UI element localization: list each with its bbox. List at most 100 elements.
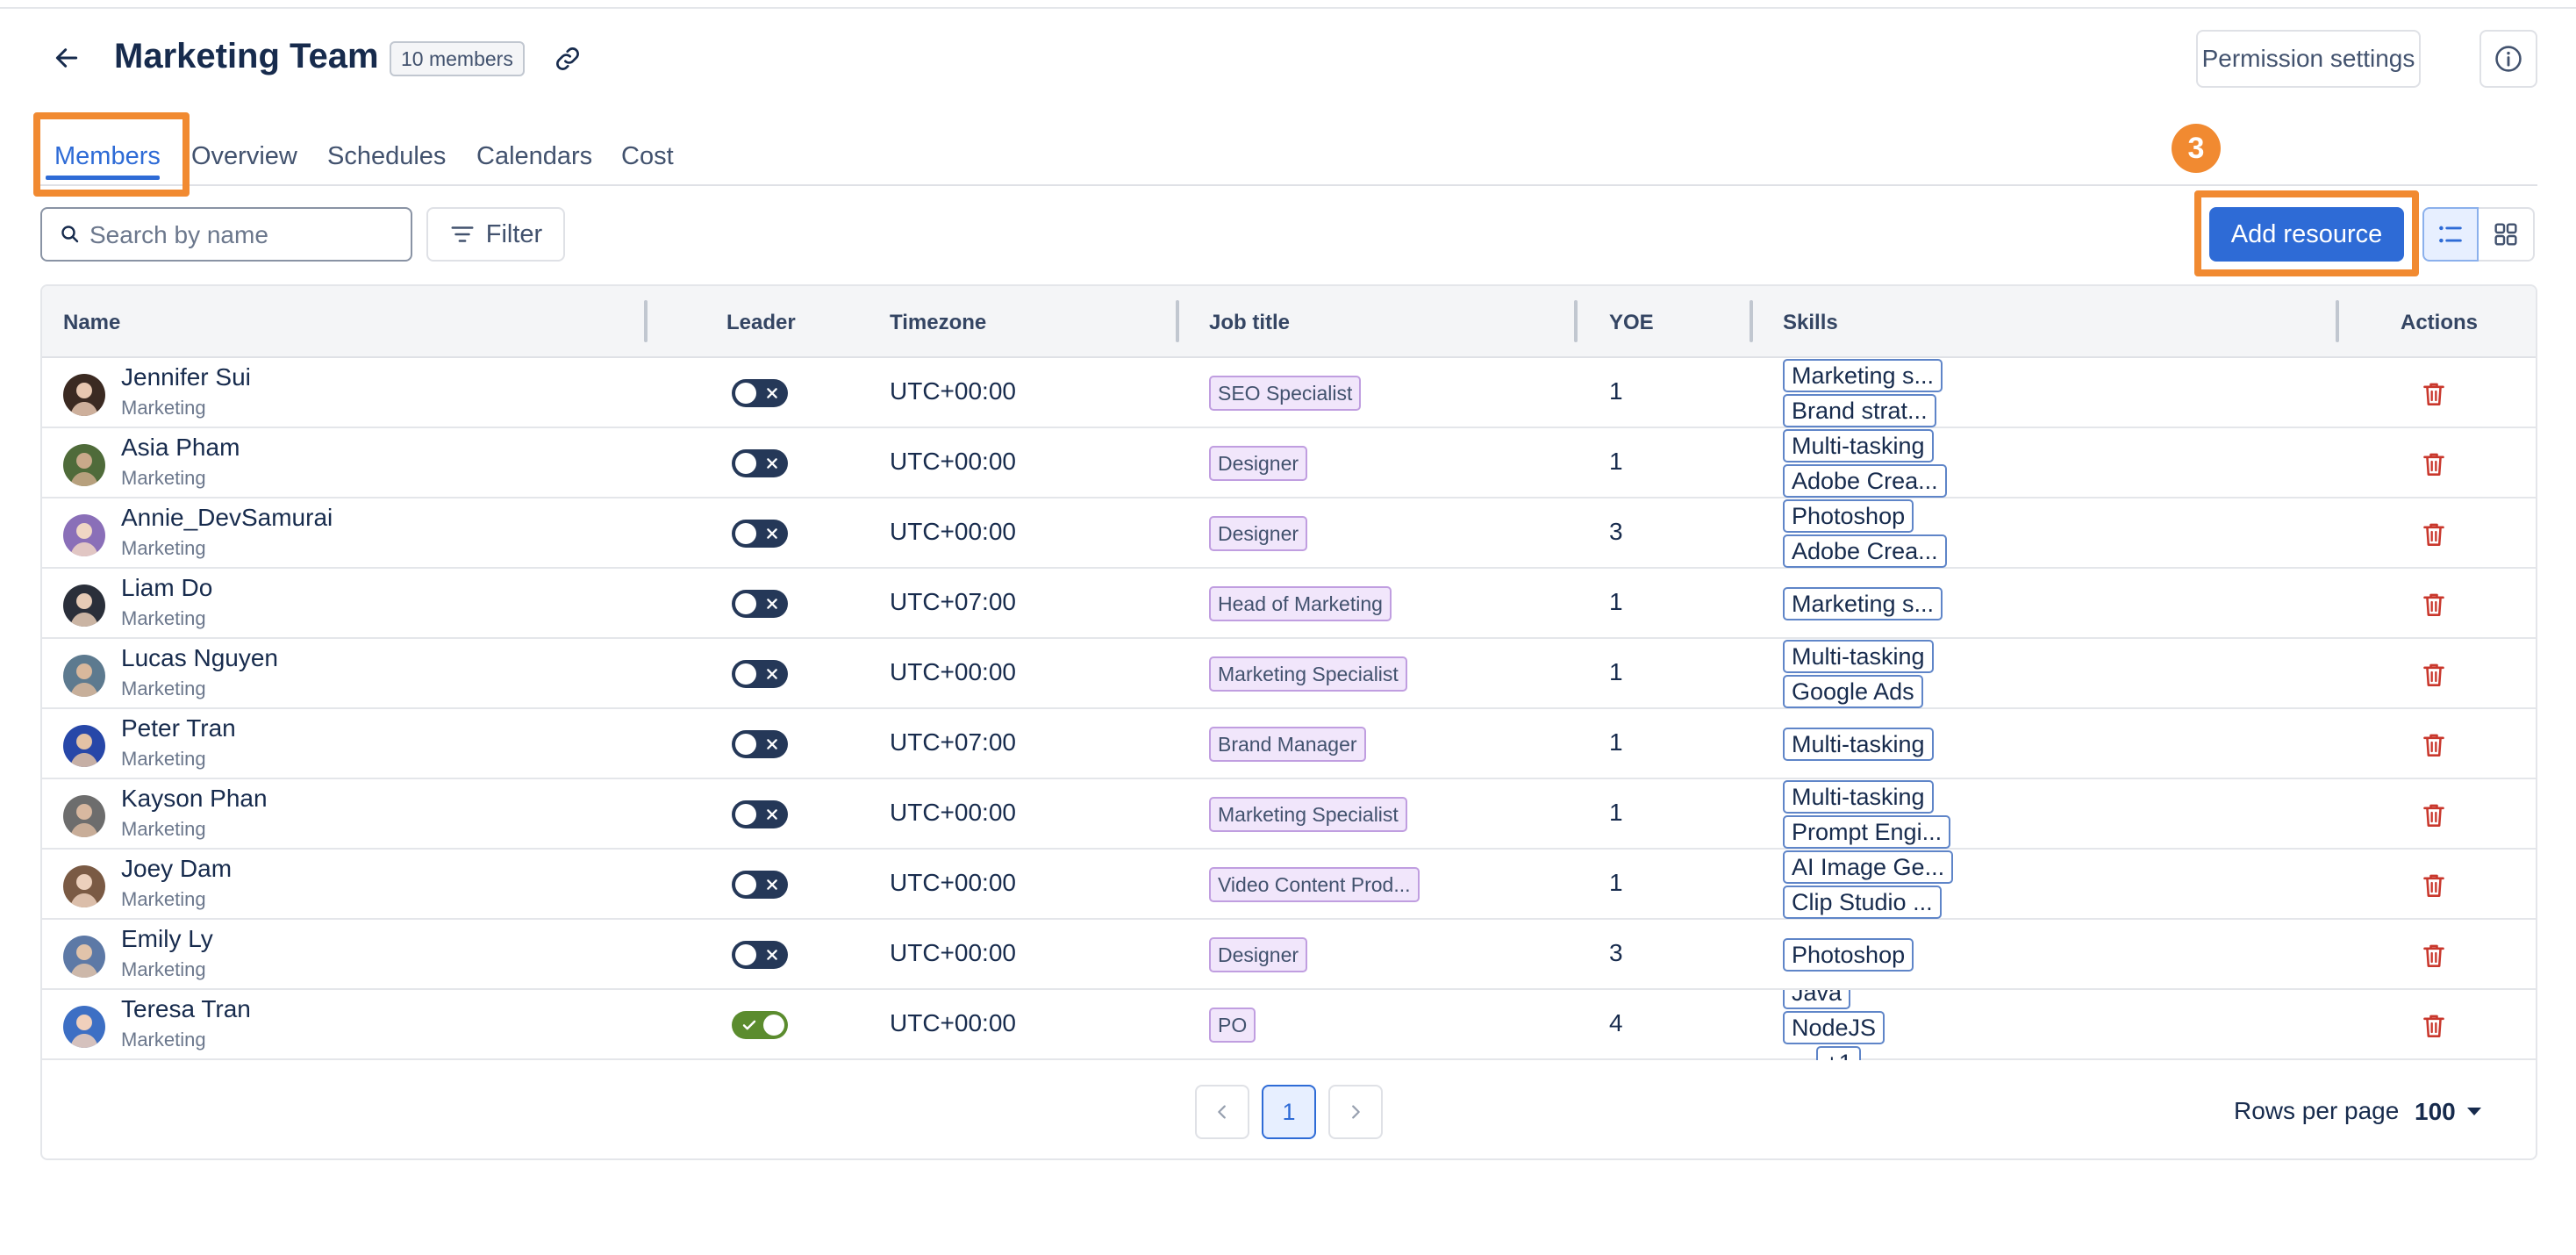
delete-member-button[interactable] xyxy=(2420,590,2448,620)
delete-member-button[interactable] xyxy=(2420,379,2448,409)
member-name[interactable]: Emily Ly xyxy=(121,925,213,953)
grid-view-button[interactable] xyxy=(2479,207,2535,262)
chevron-left-icon xyxy=(1218,1105,1226,1119)
column-header-yoe[interactable]: YOE xyxy=(1609,311,1654,335)
link-icon xyxy=(556,47,579,70)
tab-cost[interactable]: Cost xyxy=(621,142,674,171)
previous-page-button[interactable] xyxy=(1195,1085,1249,1139)
delete-member-button[interactable] xyxy=(2420,730,2448,760)
filter-label: Filter xyxy=(485,219,543,248)
leader-toggle[interactable] xyxy=(732,660,788,688)
timezone-value: UTC+07:00 xyxy=(890,588,1016,615)
column-resize-handle[interactable] xyxy=(644,300,648,342)
skill-tag: Photoshop xyxy=(1783,499,1914,533)
info-button[interactable] xyxy=(2479,30,2537,88)
leader-toggle[interactable] xyxy=(732,449,788,477)
leader-toggle[interactable] xyxy=(732,520,788,548)
close-icon xyxy=(762,593,783,614)
rows-per-page-label: Rows per page xyxy=(2234,1097,2400,1124)
delete-member-button[interactable] xyxy=(2420,941,2448,971)
member-name[interactable]: Joey Dam xyxy=(121,855,232,883)
column-header-skills[interactable]: Skills xyxy=(1783,311,1838,335)
filter-button[interactable]: Filter xyxy=(426,207,565,262)
leader-toggle[interactable] xyxy=(732,800,788,828)
members-table: Name Leader Timezone Job title YOE Skill… xyxy=(40,284,2537,1160)
member-count-badge: 10 members xyxy=(390,41,525,76)
skill-tag: Multi-tasking xyxy=(1783,728,1934,761)
table-row: Liam Do Marketing UTC+07:00 Head of Mark… xyxy=(42,569,2536,639)
delete-member-button[interactable] xyxy=(2420,449,2448,479)
column-resize-handle[interactable] xyxy=(1750,300,1753,342)
member-department: Marketing xyxy=(121,607,206,629)
table-row: Asia Pham Marketing UTC+00:00 Designer 1… xyxy=(42,428,2536,498)
member-name[interactable]: Liam Do xyxy=(121,574,212,602)
skill-tag: Multi-tasking xyxy=(1783,429,1934,463)
copy-link-button[interactable] xyxy=(549,40,586,77)
delete-member-button[interactable] xyxy=(2420,871,2448,900)
trash-icon xyxy=(2423,663,2444,686)
page-title: Marketing Team xyxy=(114,37,379,75)
tab-overview[interactable]: Overview xyxy=(191,142,297,171)
table-row: Joey Dam Marketing UTC+00:00 Video Conte… xyxy=(42,850,2536,920)
skills-cell: Marketing s... Brand strat... xyxy=(1783,358,2134,428)
member-name[interactable]: Annie_DevSamurai xyxy=(121,504,333,532)
search-icon xyxy=(61,226,79,243)
member-name[interactable]: Peter Tran xyxy=(121,714,236,742)
member-name[interactable]: Asia Pham xyxy=(121,434,240,462)
list-view-button[interactable] xyxy=(2422,207,2479,262)
tab-members[interactable]: Members xyxy=(54,142,161,171)
leader-toggle[interactable] xyxy=(732,1011,788,1039)
table-row: Annie_DevSamurai Marketing UTC+00:00 Des… xyxy=(42,498,2536,569)
yoe-value: 3 xyxy=(1609,518,1623,545)
delete-member-button[interactable] xyxy=(2420,660,2448,690)
table-row: Kayson Phan Marketing UTC+00:00 Marketin… xyxy=(42,779,2536,850)
delete-member-button[interactable] xyxy=(2420,520,2448,549)
member-name[interactable]: Jennifer Sui xyxy=(121,363,251,391)
member-name[interactable]: Teresa Tran xyxy=(121,995,251,1023)
toggle-knob xyxy=(735,734,756,755)
tab-calendars[interactable]: Calendars xyxy=(476,142,592,171)
skill-tag: Brand strat... xyxy=(1783,394,1936,427)
info-icon xyxy=(2495,46,2522,72)
yoe-value: 1 xyxy=(1609,728,1623,756)
search-input[interactable] xyxy=(89,218,397,253)
job-title-tag: Head of Marketing xyxy=(1209,586,1392,621)
yoe-value: 1 xyxy=(1609,799,1623,826)
page-number-button[interactable]: 1 xyxy=(1262,1085,1316,1139)
timezone-value: UTC+00:00 xyxy=(890,518,1016,545)
table-row: Lucas Nguyen Marketing UTC+00:00 Marketi… xyxy=(42,639,2536,709)
close-icon xyxy=(762,453,783,474)
leader-toggle[interactable] xyxy=(732,590,788,618)
skill-tag: Multi-tasking xyxy=(1783,780,1934,814)
column-header-name[interactable]: Name xyxy=(63,311,120,335)
next-page-button[interactable] xyxy=(1328,1085,1383,1139)
check-icon xyxy=(739,1015,760,1036)
close-icon xyxy=(762,383,783,404)
column-resize-handle[interactable] xyxy=(1176,300,1179,342)
add-resource-button[interactable]: Add resource xyxy=(2209,207,2404,262)
column-header-job-title[interactable]: Job title xyxy=(1209,311,1290,335)
close-icon xyxy=(762,804,783,825)
skill-tag: Marketing s... xyxy=(1783,587,1943,620)
column-header-leader[interactable]: Leader xyxy=(726,311,796,335)
back-button[interactable] xyxy=(49,40,84,75)
leader-toggle[interactable] xyxy=(732,379,788,407)
tab-schedules[interactable]: Schedules xyxy=(327,142,446,171)
trash-icon xyxy=(2423,874,2444,897)
rows-per-page-select[interactable]: 100 xyxy=(2415,1092,2502,1132)
permission-settings-button[interactable]: Permission settings xyxy=(2196,30,2421,88)
column-resize-handle[interactable] xyxy=(1574,300,1578,342)
rows-per-page-value: 100 xyxy=(2415,1098,2456,1125)
leader-toggle[interactable] xyxy=(732,730,788,758)
member-name[interactable]: Lucas Nguyen xyxy=(121,644,278,672)
column-header-timezone[interactable]: Timezone xyxy=(890,311,986,335)
column-resize-handle[interactable] xyxy=(2336,300,2339,342)
timezone-value: UTC+00:00 xyxy=(890,1009,1016,1036)
delete-member-button[interactable] xyxy=(2420,800,2448,830)
skill-tag: Clip Studio ... xyxy=(1783,886,1942,919)
delete-member-button[interactable] xyxy=(2420,1011,2448,1041)
leader-toggle[interactable] xyxy=(732,941,788,969)
member-name[interactable]: Kayson Phan xyxy=(121,785,268,813)
leader-toggle[interactable] xyxy=(732,871,788,899)
member-department: Marketing xyxy=(121,678,206,699)
